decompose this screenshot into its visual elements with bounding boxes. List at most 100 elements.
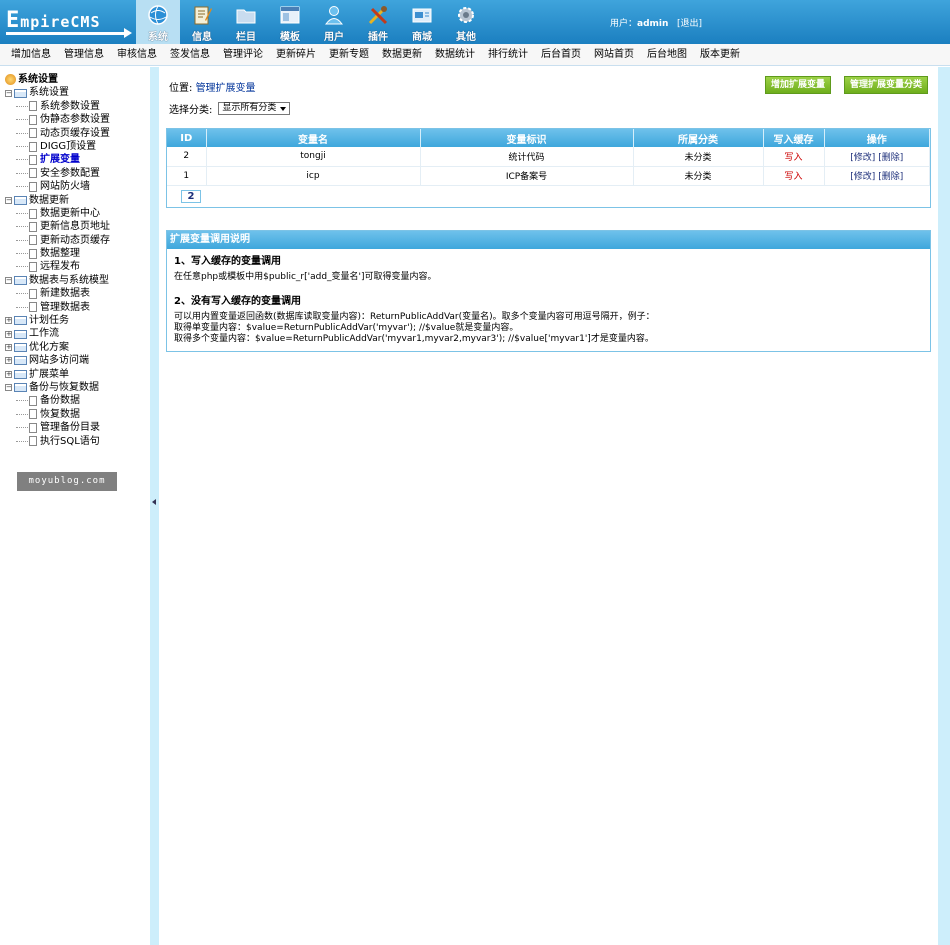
folder-icon <box>236 9 256 24</box>
cell-name: icp <box>206 166 421 186</box>
subnav-update-fragments[interactable]: 更新碎片 <box>276 44 316 66</box>
subnav-site-home[interactable]: 网站首页 <box>594 44 634 66</box>
tree-group-multi-access[interactable]: + 网站多访问端 <box>5 354 110 367</box>
tree-item[interactable]: 备份数据 <box>5 394 110 407</box>
tree-item[interactable]: 伪静态参数设置 <box>5 113 110 126</box>
folder-icon <box>14 329 27 339</box>
document-icon <box>29 302 37 313</box>
collapse-arrow-icon[interactable] <box>152 499 156 505</box>
topnav-template[interactable]: 模板 <box>268 0 312 44</box>
category-filter: 选择分类: 显示所有分类 <box>169 101 291 116</box>
topnav-info[interactable]: 信息 <box>180 0 224 44</box>
subnav-manage-info[interactable]: 管理信息 <box>64 44 104 66</box>
category-label: 选择分类: <box>169 105 213 116</box>
write-cache-link[interactable]: 写入 <box>763 166 825 186</box>
expand-icon[interactable]: + <box>5 370 12 378</box>
collapse-icon[interactable]: − <box>5 196 12 204</box>
notepad-icon <box>194 6 212 25</box>
tree-group-scheduled-tasks[interactable]: + 计划任务 <box>5 314 110 327</box>
subnav-sign-info[interactable]: 签发信息 <box>170 44 210 66</box>
tree-group-system-settings[interactable]: − 系统设置 <box>5 86 110 99</box>
tree-item[interactable]: 管理备份目录 <box>5 421 110 434</box>
subnav-rank-stats[interactable]: 排行统计 <box>488 44 528 66</box>
tree-item[interactable]: 新建数据表 <box>5 287 110 300</box>
expand-icon[interactable]: + <box>5 330 12 338</box>
tree-item[interactable]: 数据更新中心 <box>5 207 110 220</box>
tree-item[interactable]: 网站防火墙 <box>5 180 110 193</box>
subnav-data-stats[interactable]: 数据统计 <box>435 44 475 66</box>
topnav-plugin[interactable]: 插件 <box>356 0 400 44</box>
cell-actions: [修改] [删除] <box>824 166 930 186</box>
tree-group-backup-restore[interactable]: − 备份与恢复数据 <box>5 381 110 394</box>
tree-item-active[interactable]: 扩展变量 <box>5 153 110 166</box>
subnav-admin-home[interactable]: 后台首页 <box>541 44 581 66</box>
logout-link[interactable]: [退出] <box>677 19 702 29</box>
breadcrumb-link[interactable]: 管理扩展变量 <box>196 83 256 94</box>
topnav-column[interactable]: 栏目 <box>224 0 268 44</box>
edit-link[interactable]: [修改] <box>850 172 875 182</box>
subnav-add-info[interactable]: 增加信息 <box>11 44 51 66</box>
tree-item[interactable]: 数据整理 <box>5 247 110 260</box>
folder-icon <box>14 343 27 352</box>
topnav-system[interactable]: 系统 <box>136 0 180 44</box>
topnav-label: 模板 <box>280 32 300 43</box>
folder-icon <box>14 195 27 205</box>
subnav-manage-comments[interactable]: 管理评论 <box>223 44 263 66</box>
help-text-2b: 取得单变量内容：$value=ReturnPublicAddVar('myvar… <box>174 323 519 333</box>
collapse-icon[interactable]: − <box>5 277 12 285</box>
tree-item[interactable]: 远程发布 <box>5 260 110 273</box>
col-category: 所属分类 <box>633 129 764 147</box>
collapse-icon[interactable]: − <box>5 384 12 392</box>
user-bar: 用户：admin [退出] <box>610 16 702 29</box>
tree-item[interactable]: 安全参数配置 <box>5 167 110 180</box>
tree-group-workflow[interactable]: + 工作流 <box>5 327 110 340</box>
delete-link[interactable]: [删除] <box>878 153 903 163</box>
help-panel: 扩展变量调用说明 1、写入缓存的变量调用 在任意php或模板中用$public_… <box>166 230 931 352</box>
document-icon <box>29 422 37 433</box>
expand-icon[interactable]: + <box>5 357 12 365</box>
manage-variable-categories-button[interactable]: 管理扩展变量分类 <box>844 76 929 94</box>
document-icon <box>29 221 37 232</box>
document-icon <box>29 409 37 420</box>
header: EmpireCMS 系统 信息 栏目 模板 用户 插件 商城 其他 用户：adm… <box>0 0 950 44</box>
tree-group-extended-menu[interactable]: + 扩展菜单 <box>5 368 110 381</box>
topnav-other[interactable]: 其他 <box>444 0 488 44</box>
logo[interactable]: EmpireCMS <box>4 6 132 38</box>
cell-label: ICP备案号 <box>420 166 634 186</box>
tree-item[interactable]: 更新动态页缓存 <box>5 234 110 247</box>
topnav-shop[interactable]: 商城 <box>400 0 444 44</box>
edit-link[interactable]: [修改] <box>850 153 875 163</box>
subnav-update-topics[interactable]: 更新专题 <box>329 44 369 66</box>
subnav-version-update[interactable]: 版本更新 <box>700 44 740 66</box>
tree-group-tables-models[interactable]: − 数据表与系统模型 <box>5 274 110 287</box>
tree-item[interactable]: DIGG顶设置 <box>5 140 110 153</box>
pagination-page[interactable]: 2 <box>181 190 201 203</box>
category-select[interactable]: 显示所有分类 <box>218 102 291 115</box>
gear-icon <box>458 7 474 23</box>
tree-item[interactable]: 管理数据表 <box>5 301 110 314</box>
col-name: 变量名 <box>206 129 421 147</box>
topnav-user[interactable]: 用户 <box>312 0 356 44</box>
collapse-icon[interactable]: − <box>5 89 12 97</box>
subnav-admin-map[interactable]: 后台地图 <box>647 44 687 66</box>
folder-icon <box>14 383 27 393</box>
expand-icon[interactable]: + <box>5 317 12 325</box>
tree-root[interactable]: 系统设置 <box>5 73 110 86</box>
tree-item[interactable]: 执行SQL语句 <box>5 435 110 448</box>
subnav-audit-info[interactable]: 审核信息 <box>117 44 157 66</box>
col-id: ID <box>167 129 207 147</box>
tree-item[interactable]: 系统参数设置 <box>5 100 110 113</box>
subnav-data-update[interactable]: 数据更新 <box>382 44 422 66</box>
write-cache-link[interactable]: 写入 <box>763 147 825 167</box>
sidebar-splitter[interactable] <box>150 67 159 945</box>
delete-link[interactable]: [删除] <box>878 172 903 182</box>
tree-item[interactable]: 更新信息页地址 <box>5 220 110 233</box>
tree-group-data-update[interactable]: − 数据更新 <box>5 194 110 207</box>
expand-icon[interactable]: + <box>5 344 12 351</box>
tree-group-optimization[interactable]: + 优化方案 <box>5 341 110 354</box>
add-variable-button[interactable]: 增加扩展变量 <box>765 76 832 94</box>
tree-item[interactable]: 动态页缓存设置 <box>5 127 110 140</box>
document-icon <box>29 101 37 112</box>
breadcrumb-label: 位置: <box>169 83 196 94</box>
tree-item[interactable]: 恢复数据 <box>5 408 110 421</box>
